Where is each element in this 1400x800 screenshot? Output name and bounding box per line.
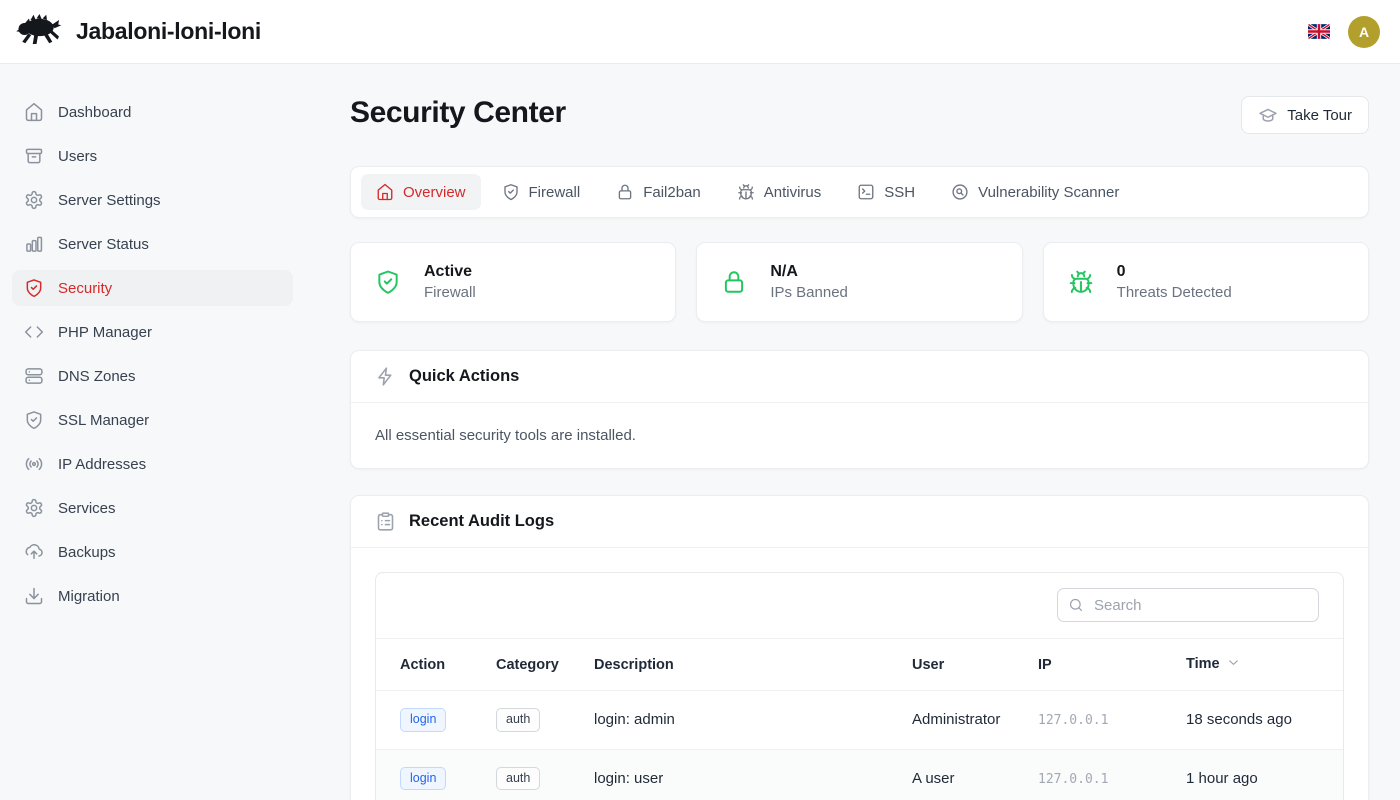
ip-cell: 127.0.0.1 [1038,772,1108,787]
main-content: Security Center Take Tour Overview Firew… [305,64,1400,800]
time-cell: 18 seconds ago [1176,691,1343,750]
column-header-category[interactable]: Category [486,639,584,691]
take-tour-button[interactable]: Take Tour [1241,96,1369,134]
table-header-row: Action Category Description User IP Time [376,639,1343,691]
tab-fail2ban[interactable]: Fail2ban [601,174,716,210]
terminal-icon [857,183,875,201]
sidebar-item-server-status[interactable]: Server Status [12,226,293,262]
sidebar-item-dashboard[interactable]: Dashboard [12,94,293,130]
table-row: login auth login: admin Administrator 12… [376,691,1343,750]
stat-card-threats: 0 Threats Detected [1043,242,1369,322]
sidebar-item-label: Migration [58,588,120,605]
description-cell: login: user [584,749,902,800]
lock-icon [721,269,747,295]
tab-antivirus[interactable]: Antivirus [722,174,837,210]
sidebar-item-dns-zones[interactable]: DNS Zones [12,358,293,394]
brand[interactable]: Jabaloni-loni-loni [14,13,261,50]
audit-search-input[interactable] [1057,588,1319,622]
action-badge[interactable]: login [400,708,446,732]
category-badge[interactable]: auth [496,767,540,791]
stat-label: Firewall [424,284,476,301]
brand-title: Jabaloni-loni-loni [76,18,261,45]
sidebar-item-label: Services [58,500,116,517]
chevron-down-icon [1226,655,1241,674]
sidebar-item-label: Dashboard [58,104,131,121]
time-cell: 1 hour ago [1176,749,1343,800]
clipboard-icon [375,511,396,532]
sidebar-item-ssl-manager[interactable]: SSL Manager [12,402,293,438]
tab-ssh[interactable]: SSH [842,174,930,210]
sidebar-item-label: Security [58,280,112,297]
quick-actions-title: Quick Actions [409,367,519,386]
topbar: Jabaloni-loni-loni A [0,0,1400,64]
column-header-time[interactable]: Time [1176,639,1343,691]
boar-logo-icon [14,13,62,50]
stat-card-ips-banned: N/A IPs Banned [696,242,1022,322]
avatar[interactable]: A [1348,16,1380,48]
sidebar-item-services[interactable]: Services [12,490,293,526]
shield-check-icon [375,269,401,295]
sidebar-item-backups[interactable]: Backups [12,534,293,570]
home-icon [376,183,394,201]
sidebar-item-label: PHP Manager [58,324,152,341]
ip-cell: 127.0.0.1 [1038,713,1108,728]
lightning-icon [375,366,396,387]
sidebar-item-security[interactable]: Security [12,270,293,306]
scan-search-icon [951,183,969,201]
user-cell: A user [902,749,1028,800]
sidebar-item-label: Users [58,148,97,165]
graduation-cap-icon [1258,105,1278,125]
sidebar: Dashboard Users Server Settings Server S… [0,64,305,800]
stat-value: N/A [770,263,848,281]
security-tabs: Overview Firewall Fail2ban Antivirus SSH… [350,166,1369,218]
stat-card-firewall: Active Firewall [350,242,676,322]
topbar-right: A [1308,16,1380,48]
sidebar-item-label: Server Status [58,236,149,253]
search-icon [1068,597,1084,613]
tab-vulnerability-scanner[interactable]: Vulnerability Scanner [936,174,1134,210]
sidebar-item-php-manager[interactable]: PHP Manager [12,314,293,350]
shield-icon [502,183,520,201]
table-row: login auth login: user A user 127.0.0.1 … [376,749,1343,800]
stat-value: 0 [1117,263,1232,281]
column-header-user[interactable]: User [902,639,1028,691]
sidebar-item-users[interactable]: Users [12,138,293,174]
sidebar-item-label: IP Addresses [58,456,146,473]
sidebar-item-label: DNS Zones [58,368,136,385]
bug-icon [1068,269,1094,295]
bug-icon [737,183,755,201]
stat-value: Active [424,263,476,281]
lock-icon [616,183,634,201]
sidebar-item-migration[interactable]: Migration [12,578,293,614]
stat-label: IPs Banned [770,284,848,301]
user-cell: Administrator [902,691,1028,750]
sidebar-item-label: Server Settings [58,192,161,209]
category-badge[interactable]: auth [496,708,540,732]
audit-table-panel: Action Category Description User IP Time [375,572,1344,800]
tab-firewall[interactable]: Firewall [487,174,596,210]
quick-actions-message: All essential security tools are install… [375,427,1344,444]
sidebar-item-ip-addresses[interactable]: IP Addresses [12,446,293,482]
uk-flag-icon[interactable] [1308,24,1330,39]
description-cell: login: admin [584,691,902,750]
column-header-ip[interactable]: IP [1028,639,1176,691]
stat-label: Threats Detected [1117,284,1232,301]
tab-overview[interactable]: Overview [361,174,481,210]
sidebar-item-server-settings[interactable]: Server Settings [12,182,293,218]
audit-logs-title: Recent Audit Logs [409,512,554,531]
action-badge[interactable]: login [400,767,446,791]
sidebar-item-label: SSL Manager [58,412,149,429]
column-header-description[interactable]: Description [584,639,902,691]
sidebar-item-label: Backups [58,544,116,561]
column-header-action[interactable]: Action [376,639,486,691]
page-title: Security Center [350,96,566,130]
audit-logs-card: Recent Audit Logs Action Cat [350,495,1369,800]
quick-actions-card: Quick Actions All essential security too… [350,350,1369,469]
audit-table: Action Category Description User IP Time [376,638,1343,800]
